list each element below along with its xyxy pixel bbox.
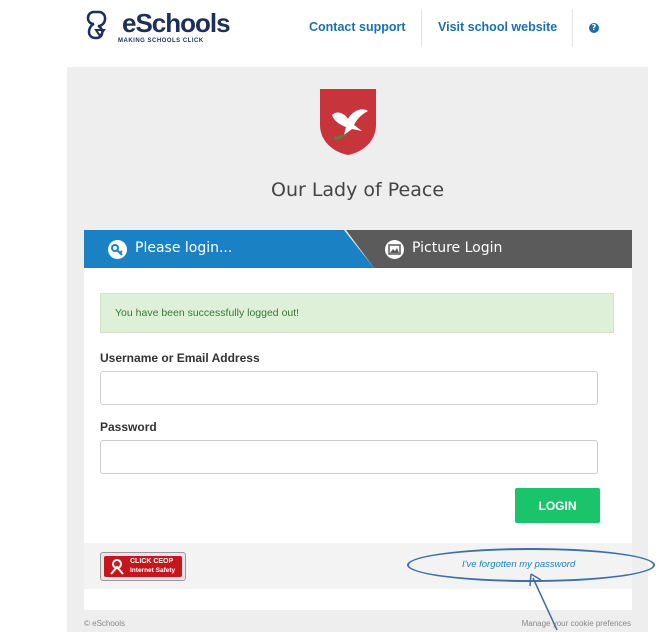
- school-crest: [320, 89, 376, 155]
- contact-support-link[interactable]: Contact support: [309, 20, 406, 34]
- school-name: Our Lady of Peace: [270, 179, 445, 201]
- logo-icon: [86, 10, 107, 40]
- nav-divider: [421, 9, 422, 47]
- logout-success-alert: You have been successfully logged out!: [100, 293, 614, 333]
- visit-school-website-link[interactable]: Visit school website: [438, 20, 557, 34]
- username-input[interactable]: [100, 371, 598, 405]
- login-button[interactable]: LOGIN: [515, 488, 600, 523]
- forgot-password-link[interactable]: I've forgotten my password: [462, 559, 575, 570]
- login-tabs: Please login... Picture Login: [84, 230, 632, 268]
- tab-picture-login[interactable]: Picture Login: [346, 230, 632, 268]
- logo-tagline: MAKING SCHOOLS CLICK: [118, 38, 204, 44]
- password-input[interactable]: [100, 440, 598, 474]
- picture-icon: [385, 240, 404, 259]
- annotation-arrow-icon: [529, 573, 558, 631]
- tab-picture-label: Picture Login: [412, 240, 503, 256]
- username-label: Username or Email Address: [100, 351, 260, 365]
- nav-divider: [572, 9, 573, 47]
- ceop-icon: [110, 559, 124, 575]
- tab-please-login[interactable]: Please login...: [84, 230, 374, 268]
- ceop-badge: CLICK CEOP Internet Safety: [104, 556, 182, 577]
- ceop-subtitle: Internet Safety: [130, 567, 176, 574]
- ceop-title: CLICK CEOP: [130, 558, 174, 565]
- eschools-logo[interactable]: eSchools MAKING SCHOOLS CLICK: [84, 8, 244, 52]
- key-icon: [108, 240, 127, 259]
- ceop-button[interactable]: CLICK CEOP Internet Safety: [100, 552, 186, 581]
- copyright-text: © eSchools: [84, 619, 126, 628]
- password-label: Password: [100, 420, 157, 434]
- help-icon[interactable]: ?: [589, 23, 599, 33]
- logo-text: eSchools: [122, 8, 231, 38]
- site-header: eSchools MAKING SCHOOLS CLICK Contact su…: [0, 0, 667, 58]
- login-page: Our Lady of Peace Please login... Pictur…: [67, 67, 655, 632]
- login-form: You have been successfully logged out! U…: [84, 268, 655, 610]
- tab-login-label: Please login...: [135, 240, 233, 256]
